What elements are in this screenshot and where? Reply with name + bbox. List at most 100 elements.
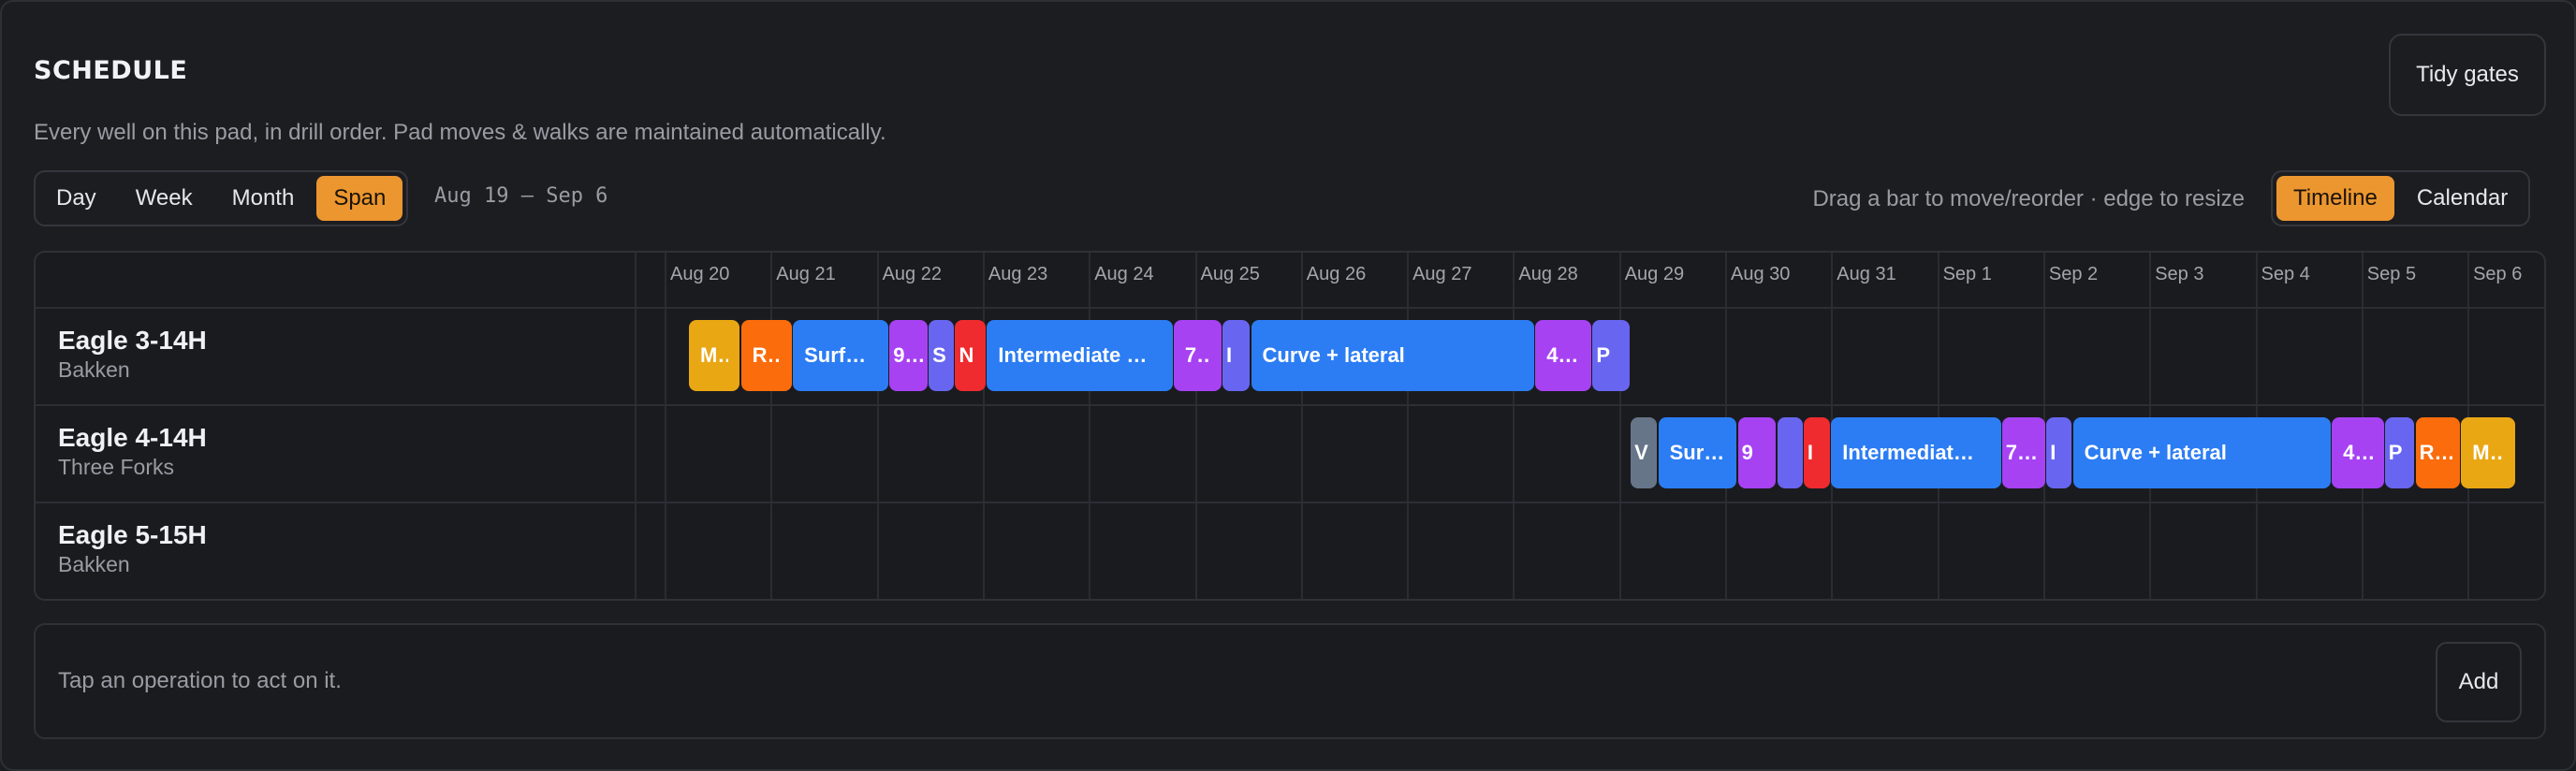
row-divider: [36, 307, 2544, 309]
day-label: Aug 23: [988, 264, 1048, 284]
timeline-grid: Aug 20 Aug 21 Aug 22 Aug 23 Aug 24 Aug 25 Aug …: [34, 251, 2546, 601]
day-label: Sep 2: [2048, 264, 2099, 284]
operation-label: 7…: [1184, 343, 1210, 367]
operation-bar[interactable]: 7…: [1173, 320, 1222, 391]
operation-label: Intermediate …: [998, 343, 1148, 367]
view-tab-timeline[interactable]: Timeline: [2276, 176, 2394, 221]
tidy-gates-button[interactable]: Tidy gates: [2389, 34, 2546, 116]
operation-label: Curve + lateral: [1262, 343, 1405, 367]
operation-bar[interactable]: S: [929, 320, 955, 391]
operation-bar[interactable]: Sur…: [1658, 417, 1737, 488]
range-selector: Day Week Month Span: [34, 170, 409, 226]
operation-label: 4…: [2343, 441, 2373, 464]
operation-bar[interactable]: R…: [2415, 417, 2461, 488]
day-label: Aug 26: [1306, 264, 1367, 284]
day-label: Aug 22: [882, 264, 942, 284]
tab-day[interactable]: Day: [39, 176, 113, 221]
operation-bar[interactable]: Intermediate …: [987, 320, 1173, 391]
day-label: Aug 25: [1200, 264, 1260, 284]
operation-bar[interactable]: 4…: [1535, 320, 1592, 391]
operation-label: P: [1596, 343, 1611, 367]
tab-month[interactable]: Month: [215, 176, 312, 221]
operation-label: R…: [2419, 441, 2455, 464]
operation-bar[interactable]: Surfa…: [793, 320, 889, 391]
day-label: Aug 20: [670, 264, 730, 284]
well-name: Eagle 4-14H: [58, 423, 207, 452]
operation-bar[interactable]: P: [1592, 320, 1631, 391]
operation-label: Sur…: [1669, 441, 1725, 464]
operation-bar[interactable]: 7…: [2001, 417, 2046, 488]
well-formation: Bakken: [58, 357, 130, 382]
day-divider: [1300, 253, 1303, 599]
date-range: Aug 19 – Sep 6: [434, 184, 608, 208]
operation-label: 9: [1741, 441, 1753, 464]
operation-label: R…: [752, 343, 781, 367]
day-label: Sep 5: [2366, 264, 2417, 284]
operation-bar[interactable]: I: [1222, 320, 1251, 391]
footer-hint: Tap an operation to act on it.: [58, 668, 342, 693]
view-selector: Timeline Calendar: [2271, 170, 2531, 226]
operation-bar[interactable]: 9…: [889, 320, 928, 391]
drag-hint: Drag a bar to move/reorder · edge to res…: [1812, 186, 2245, 211]
action-footer: Tap an operation to act on it. Add: [34, 623, 2546, 739]
well-name: Eagle 3-14H: [58, 326, 207, 355]
day-label: Sep 3: [2155, 264, 2204, 284]
operation-bar[interactable]: P: [2384, 417, 2415, 488]
view-tab-calendar[interactable]: Calendar: [2400, 176, 2525, 221]
page-title: SCHEDULE: [34, 56, 188, 85]
tab-span[interactable]: Span: [316, 176, 403, 221]
tab-week[interactable]: Week: [119, 176, 210, 221]
operation-bar[interactable]: M…: [2461, 417, 2516, 488]
row-divider: [36, 502, 2544, 503]
day-label: Aug 31: [1837, 264, 1896, 284]
operation-bar[interactable]: I: [1803, 417, 1831, 488]
well-name: Eagle 5-15H: [58, 520, 207, 549]
day-divider: [770, 253, 773, 599]
row-divider: [36, 404, 2544, 406]
operation-bar[interactable]: I: [2046, 417, 2072, 488]
add-button[interactable]: Add: [2436, 642, 2522, 722]
well-formation: Bakken: [58, 552, 130, 576]
operation-bar[interactable]: Intermediat…: [1831, 417, 2001, 488]
operation-bar[interactable]: Curve + lateral: [1251, 320, 1535, 391]
operation-label: Curve + lateral: [2084, 441, 2227, 464]
operation-label: N: [959, 343, 974, 367]
day-divider: [1089, 253, 1091, 599]
schedule-panel: SCHEDULE Every well on this pad, in dril…: [0, 0, 2576, 771]
operation-label: P: [2388, 441, 2403, 464]
operation-bar[interactable]: M…: [689, 320, 740, 391]
day-label: Sep 4: [2261, 264, 2310, 284]
day-divider: [1194, 253, 1197, 599]
well-formation: Three Forks: [58, 455, 174, 479]
operation-bar[interactable]: 4…: [2332, 417, 2384, 488]
operation-label: I: [1225, 343, 1233, 367]
column-divider: [665, 253, 666, 599]
operation-bar[interactable]: [1777, 417, 1803, 488]
operation-label: Surfa…: [804, 343, 878, 367]
day-label: Aug 30: [1731, 264, 1791, 284]
day-label: Aug 27: [1412, 264, 1472, 284]
day-divider: [1407, 253, 1410, 599]
page-subtitle: Every well on this pad, in drill order. …: [34, 120, 886, 145]
day-divider: [1618, 253, 1621, 599]
operation-bar[interactable]: V: [1631, 417, 1658, 488]
day-label: Sep 6: [2473, 264, 2523, 284]
day-divider: [876, 253, 879, 599]
day-divider: [982, 253, 985, 599]
operation-label: M…: [2472, 441, 2504, 464]
column-divider: [635, 253, 637, 599]
operation-bar[interactable]: N: [955, 320, 987, 391]
operation-label: 9…: [893, 343, 926, 367]
day-label: Aug 21: [776, 264, 836, 284]
operation-bar[interactable]: R…: [740, 320, 792, 391]
operation-label: V: [1634, 441, 1648, 464]
operation-bar[interactable]: 9: [1737, 417, 1777, 488]
operation-bar[interactable]: Curve + lateral: [2072, 417, 2331, 488]
operation-label: 7…: [2005, 441, 2038, 464]
day-label: Aug 24: [1094, 264, 1154, 284]
operation-label: I: [2050, 441, 2056, 464]
operation-label: Intermediat…: [1842, 441, 1974, 464]
day-label: Aug 29: [1624, 264, 1685, 284]
day-label: Sep 1: [1942, 264, 1992, 284]
operation-label: S: [932, 343, 946, 367]
